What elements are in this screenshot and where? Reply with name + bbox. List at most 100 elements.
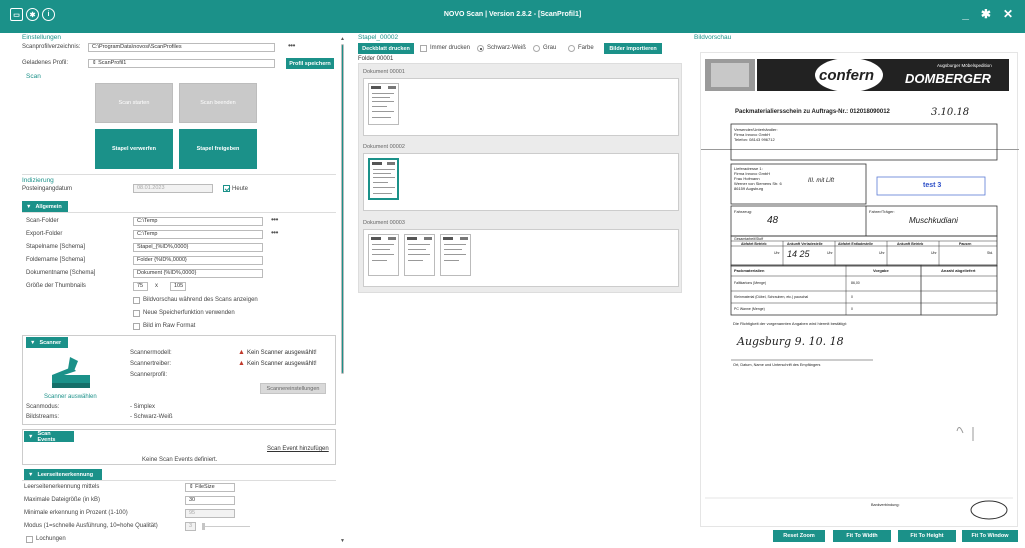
lochungen-checkbox[interactable] (26, 536, 33, 543)
bilder-importieren-button[interactable]: Bilder importieren (604, 43, 662, 54)
document-group[interactable]: Dokument 00001 (363, 69, 679, 136)
thumbnail-line (372, 111, 394, 112)
bildvorschau-checkbox[interactable] (133, 297, 140, 304)
scanner-header[interactable]: ▼ Scanner (26, 337, 68, 348)
leerseiten-header[interactable]: ▼ Leerseitenerkennung (24, 469, 102, 480)
doc-fahrer-handwritten: Muschkudiani (909, 216, 958, 225)
thumbnail-header (372, 162, 382, 165)
document-group[interactable]: Dokument 00003 (363, 220, 679, 287)
doc-pack-header-2: Vorgabe (873, 268, 889, 273)
image-preview[interactable]: confern Umzugs-Partner Augsburger Möbels… (700, 52, 1019, 527)
thumbs-label: Größe der Thumbnails (26, 283, 86, 289)
profil-speichern-button[interactable]: Profil speichern (286, 58, 334, 69)
speicherfunktion-checkbox[interactable] (133, 310, 140, 317)
reset-zoom-button[interactable]: Reset Zoom (773, 530, 825, 542)
doc-signature-label: Ort, Datum, Name und Unterschrift des Em… (733, 363, 821, 367)
doc-col-5: Pausen (959, 242, 972, 246)
scan-starten-button[interactable]: Scan starten (95, 83, 173, 123)
export-folder-input[interactable]: C:\Temp (133, 230, 263, 239)
scanner-select-icon[interactable] (44, 353, 98, 391)
doc-col-2: Ankunft Verladestelle (787, 242, 823, 246)
profil-select[interactable]: ⇕ ScanProfil1 (88, 59, 275, 68)
schwarz-weiss-label: Schwarz-Weiß (487, 45, 526, 51)
fit-to-window-button[interactable]: Fit To Window (962, 530, 1018, 542)
thumbnail-line (408, 244, 430, 245)
doc-uhr-3: Uhr (879, 251, 885, 255)
scan-folder-browse[interactable]: ••• (271, 215, 278, 224)
section-indizierung: Indizierung (22, 177, 54, 184)
stapel-title: Stapel_00002 (358, 34, 399, 41)
page-thumbnail[interactable] (440, 234, 471, 276)
doc-std: Std. (987, 251, 994, 255)
doc-pack-row-3: PC Wanne (Menge) (734, 307, 765, 311)
triangle-down-icon: ▼ (26, 203, 32, 210)
fit-to-width-button[interactable]: Fit To Width (833, 530, 891, 542)
dokumentname-input[interactable]: Dokument {%ID%,0000} (133, 269, 263, 278)
min-erkennung-input[interactable]: 95 (185, 509, 235, 518)
fit-to-height-button[interactable]: Fit To Height (898, 530, 956, 542)
thumbnail-strip (363, 153, 679, 211)
triangle-down-icon: ▼ (28, 433, 34, 440)
lochungen-label: Lochungen (36, 536, 66, 542)
minimize-icon[interactable]: _ (962, 7, 969, 21)
immer-drucken-checkbox[interactable] (420, 45, 427, 52)
scannereinstellungen-button[interactable]: Scannereinstellungen (260, 383, 326, 394)
thumbs-width-input[interactable]: 75 (133, 282, 148, 291)
document-label: Dokument 00001 (363, 69, 405, 75)
scan-beenden-button[interactable]: Scan beenden (179, 83, 257, 123)
scan-event-hinzufuegen-link[interactable]: Scan Event hinzufügen (267, 446, 329, 452)
radio-schwarz-weiss[interactable] (477, 45, 484, 52)
radio-farbe[interactable] (568, 45, 575, 52)
scan-folder-input[interactable]: C:\Temp (133, 217, 263, 226)
thumbnail-line (444, 260, 459, 261)
scroll-up-icon[interactable]: ▲ (340, 36, 345, 42)
thumbnail-line (373, 193, 392, 194)
doc-pack-row-2-value: 0 (851, 295, 853, 299)
stapel-freigeben-button[interactable]: Stapel freigeben (179, 129, 257, 169)
scan-events-header[interactable]: ▼ Scan Events (24, 431, 74, 443)
scanprofil-input[interactable]: C:\ProgramData\novosi\ScanProfiles (88, 43, 275, 52)
settings-scrollbar[interactable]: ▲ ▼ (340, 36, 345, 546)
raw-format-checkbox[interactable] (133, 323, 140, 330)
doc-gesamt-label: Gesamtarbeit/Stoff (734, 237, 764, 241)
foldername-input[interactable]: Folder {%ID%,0000} (133, 256, 263, 265)
deckblatt-drucken-button[interactable]: Deckblatt drucken (358, 43, 414, 54)
heute-checkbox[interactable] (223, 185, 230, 192)
modus-input[interactable]: 3 (185, 522, 196, 531)
slider-knob[interactable] (202, 523, 205, 530)
close-icon[interactable]: ✕ (1003, 7, 1013, 21)
document-group[interactable]: Dokument 00002 (363, 144, 679, 211)
settings-panel: Einstellungen Scanprofilverzeichnis: C:\… (20, 33, 346, 548)
doc-pack-row-1: Falltkartons (Menge) (734, 281, 767, 285)
leerseiten-mittels-select[interactable]: ⇕ FileSize (185, 483, 235, 492)
scroll-down-icon[interactable]: ▼ (340, 538, 345, 544)
thumbs-height-input[interactable]: 105 (170, 282, 186, 291)
modus-slider[interactable] (202, 523, 250, 530)
page-thumbnail-selected[interactable] (368, 158, 399, 200)
page-thumbnail[interactable] (368, 234, 399, 276)
stapel-verwerfen-button[interactable]: Stapel verwerfen (95, 129, 173, 169)
radio-grau[interactable] (533, 45, 540, 52)
scrollbar-thumb[interactable] (341, 44, 344, 374)
triangle-down-icon: ▼ (30, 339, 36, 346)
scanner-auswaehlen-label[interactable]: Scanner auswählen (44, 394, 97, 400)
thumbnail-header (371, 86, 381, 89)
stapelname-input[interactable]: Stapel_{%ID%,0000} (133, 243, 263, 252)
scanned-document (701, 58, 1019, 520)
browse-button[interactable]: ••• (288, 41, 295, 50)
allgemein-header[interactable]: ▼ Allgemein (22, 201, 68, 212)
thumbnail-line (444, 254, 466, 255)
export-folder-browse[interactable]: ••• (271, 228, 278, 237)
doc-fahrzeug-handwritten: 48 (767, 215, 779, 226)
settings-icon[interactable]: ✱ (981, 7, 991, 21)
thumbnail-header-right (388, 86, 396, 89)
page-thumbnail[interactable] (368, 83, 399, 125)
scanmodus-value: - Simplex (130, 404, 156, 410)
max-dateigroesse-input[interactable]: 30 (185, 496, 235, 505)
divider (22, 480, 336, 481)
scan-folder-label: Scan-Folder (26, 218, 59, 224)
thumbnail-line (408, 260, 423, 261)
scannerprofil-label: Scannerprofil: (130, 372, 168, 378)
posteingang-input[interactable]: 08.01.2023 (133, 184, 213, 193)
page-thumbnail[interactable] (404, 234, 435, 276)
